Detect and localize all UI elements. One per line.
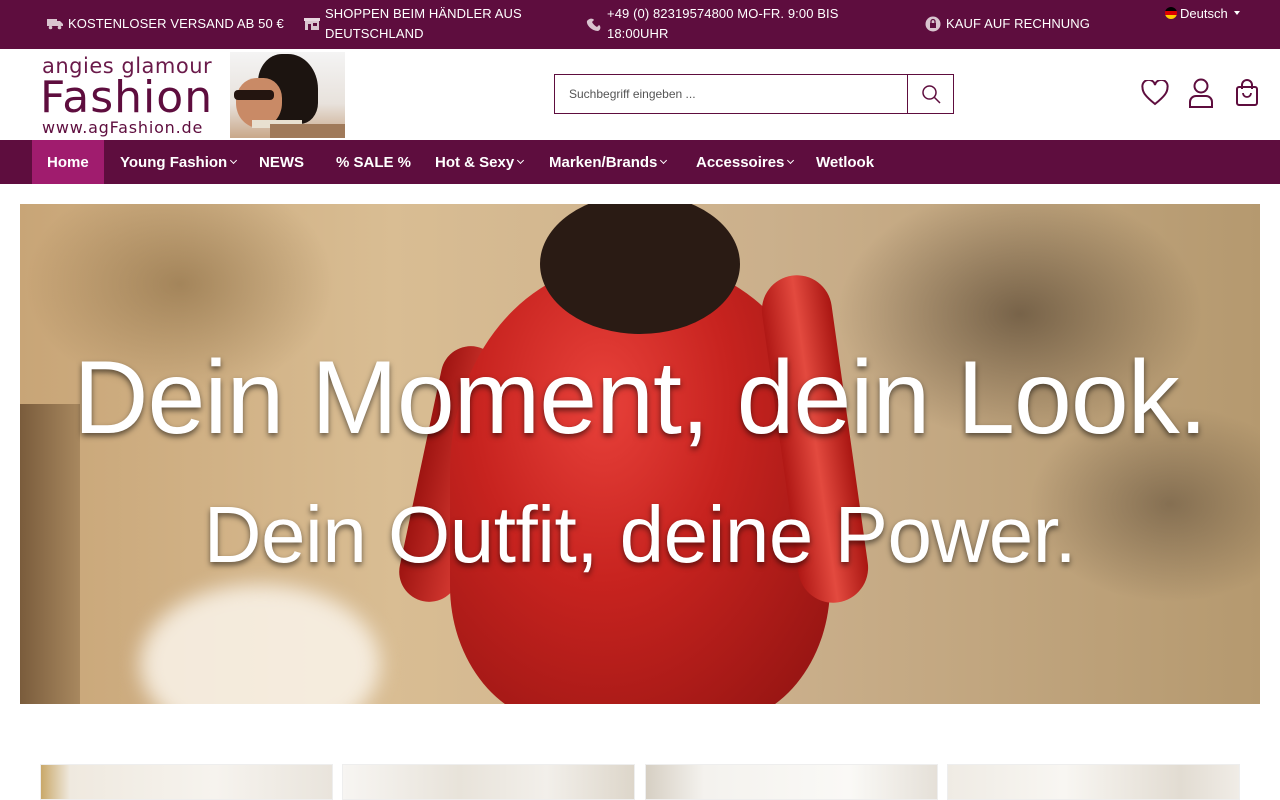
search-button[interactable] <box>907 75 953 113</box>
top-info-bar: KOSTENLOSER VERSAND AB 50 € SHOPPEN BEIM… <box>0 0 1280 49</box>
usp-free-shipping: KOSTENLOSER VERSAND AB 50 € <box>46 4 286 44</box>
nav-item-accessoires[interactable]: Accessoires <box>696 140 795 184</box>
language-label: Deutsch <box>1180 5 1228 21</box>
nav-item-label: % SALE % <box>336 153 412 171</box>
site-header: angies glamour Fashion www.agFashion.de <box>0 49 1280 140</box>
phone-icon <box>585 17 602 31</box>
nav-item-home[interactable]: Home <box>32 140 104 184</box>
category-tile[interactable] <box>947 764 1240 800</box>
caret-down-icon <box>1233 11 1240 15</box>
account-button[interactable] <box>1186 78 1216 108</box>
nav-item-label: Marken/Brands <box>549 153 658 171</box>
hero-headline: Dein Moment, dein Look. <box>73 340 1207 456</box>
nav-item-hot-sexy[interactable]: Hot & Sexy <box>435 140 525 184</box>
bag-icon <box>1236 79 1258 106</box>
nav-item-young-fashion[interactable]: Young Fashion <box>120 140 238 184</box>
usp-phone-text: +49 (0) 82319574800 MO-FR. 9:00 BIS 18:0… <box>607 6 839 41</box>
search-icon <box>921 85 941 104</box>
category-tile[interactable] <box>342 764 635 800</box>
truck-icon <box>46 17 63 31</box>
usp-invoice: KAUF AUF RECHNUNG <box>924 4 1124 44</box>
nav-item-brands[interactable]: Marken/Brands <box>549 140 668 184</box>
usp-phone[interactable]: +49 (0) 82319574800 MO-FR. 9:00 BIS 18:0… <box>585 4 865 44</box>
hero-light-spot <box>140 584 380 704</box>
nav-item-label: Home <box>47 153 89 171</box>
lock-icon <box>924 16 941 32</box>
logo-line-2: Fashion <box>40 72 214 123</box>
hero-banner[interactable]: Dein Moment, dein Look. Dein Outfit, dei… <box>20 204 1260 704</box>
logo-model-photo <box>230 52 345 138</box>
chevron-down-icon <box>660 156 668 165</box>
german-flag-icon <box>1165 7 1177 19</box>
user-icon <box>1189 78 1213 108</box>
nav-item-wetlook[interactable]: Wetlook <box>816 140 874 184</box>
nav-item-sale[interactable]: % SALE % <box>336 140 411 184</box>
category-tile[interactable] <box>645 764 938 800</box>
nav-item-label: Young Fashion <box>120 153 228 171</box>
language-selector[interactable]: Deutsch <box>1165 4 1240 22</box>
nav-item-news[interactable]: NEWS <box>259 140 304 184</box>
category-tile[interactable] <box>40 764 333 800</box>
nav-item-label: Accessoires <box>696 153 785 171</box>
search-input[interactable] <box>555 75 907 113</box>
usp-invoice-text: KAUF AUF RECHNUNG <box>946 16 1090 31</box>
hero-subheadline: Dein Outfit, deine Power. <box>203 490 1077 579</box>
chevron-down-icon <box>230 156 238 165</box>
chevron-down-icon <box>787 156 795 165</box>
wishlist-button[interactable] <box>1140 78 1170 108</box>
usp-german-retailer-text: SHOPPEN BEIM HÄNDLER AUS DEUTSCHLAND <box>325 6 522 41</box>
logo-line-3: www.agFashion.de <box>42 118 204 137</box>
nav-item-label: Wetlook <box>816 153 875 171</box>
store-icon <box>303 17 320 31</box>
heart-icon <box>1141 80 1169 106</box>
usp-german-retailer: SHOPPEN BEIM HÄNDLER AUS DEUTSCHLAND <box>303 4 543 44</box>
chevron-down-icon <box>517 156 525 165</box>
cart-button[interactable] <box>1232 78 1262 108</box>
main-navigation: Home Young Fashion NEWS % SALE % Hot & S… <box>0 140 1280 184</box>
site-logo[interactable]: angies glamour Fashion www.agFashion.de <box>40 52 345 138</box>
usp-free-shipping-text: KOSTENLOSER VERSAND AB 50 € <box>68 16 284 31</box>
nav-item-label: Hot & Sexy <box>435 153 515 171</box>
nav-item-label: NEWS <box>259 153 304 171</box>
search-form <box>554 74 954 114</box>
